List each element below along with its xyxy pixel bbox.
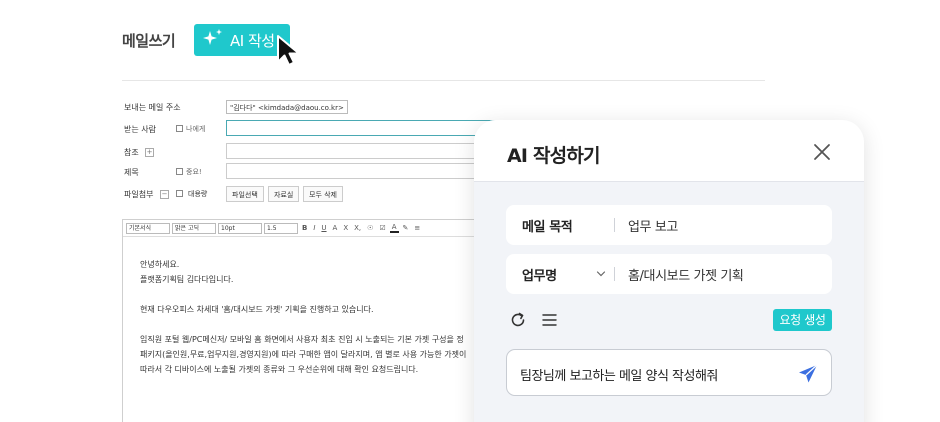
image-icon[interactable]: ☉ (365, 224, 375, 232)
cc-label: 참조 (124, 148, 139, 157)
menu-icon[interactable] (541, 311, 559, 329)
important-checkbox[interactable] (176, 168, 183, 175)
purpose-label: 메일 목적 (506, 216, 614, 235)
request-generate-button[interactable]: 요청 생성 (773, 309, 832, 331)
body-line: 패키지(올인원,무료,업무지원,경영지원)에 따라 구매한 앱이 달라지며, 앱… (140, 350, 467, 359)
sender-label: 보내는 메일 주소 (124, 103, 181, 112)
to-field[interactable] (226, 120, 496, 136)
highlight-icon[interactable]: ✎ (401, 224, 411, 232)
close-icon[interactable] (812, 142, 832, 162)
body-line: 안녕하세요. (140, 260, 180, 269)
body-line (140, 287, 501, 302)
body-line: 임직원 포털 웹/PC메신저/ 모바일 홈 화면에서 사용자 최초 진입 시 노… (140, 335, 464, 344)
archive-button[interactable]: 자료실 (268, 186, 300, 202)
font-select[interactable]: 맑은 고딕 (172, 222, 216, 234)
subject-field[interactable] (226, 163, 496, 179)
ai-panel-title: AI 작성하기 (507, 145, 601, 167)
editor-body[interactable]: 안녕하세요. 플랫폼기획팀 김다다입니다. 현재 다우오피스 차세대 '홈/대시… (123, 237, 501, 377)
sender-select[interactable]: "김다다" <kimdada@daou.co.kr> (226, 100, 348, 114)
file-select-button[interactable]: 파일선택 (226, 186, 264, 202)
header-divider (122, 80, 765, 81)
task-label[interactable]: 업무명 (506, 265, 614, 284)
chevron-down-icon[interactable] (596, 269, 606, 279)
prompt-text: 팀장님께 보고하는 메일 양식 작성해줘 (520, 369, 718, 384)
superscript-button[interactable]: X (341, 224, 350, 232)
bulk-label: 대용량 (188, 190, 208, 198)
italic-button[interactable]: I (311, 224, 317, 232)
editor-toolbar: 기본서식 맑은 고딕 10pt 1.5 B I U A X X, ☉ ☑ A ✎… (123, 220, 501, 237)
page-title: 메일쓰기 (122, 32, 176, 50)
task-label-text: 업무명 (522, 268, 557, 284)
mail-editor[interactable]: 기본서식 맑은 고딕 10pt 1.5 B I U A X X, ☉ ☑ A ✎… (122, 219, 502, 422)
cc-add-icon[interactable]: + (145, 148, 154, 157)
attach-collapse-icon[interactable]: − (160, 190, 169, 199)
cursor-icon (277, 35, 300, 66)
sparkle-icon (202, 28, 224, 52)
body-line (140, 317, 501, 332)
subscript-button[interactable]: X, (352, 224, 363, 232)
send-icon[interactable] (797, 363, 819, 385)
ai-write-button-label: AI 작성 (230, 31, 275, 50)
line-height-select[interactable]: 1.5 (264, 222, 298, 234)
size-select[interactable]: 10pt (218, 222, 262, 234)
attach-label: 파일첨부 (124, 190, 154, 199)
font-color-icon[interactable]: A (389, 223, 399, 233)
subject-label: 제목 (124, 168, 139, 177)
ai-panel-header: AI 작성하기 (474, 120, 864, 182)
purpose-row[interactable]: 메일 목적 업무 보고 (506, 205, 832, 245)
task-row[interactable]: 업무명 홈/대시보드 가젯 기획 (506, 254, 832, 294)
table-icon[interactable]: ☑ (377, 224, 387, 232)
important-label: 중요! (186, 168, 202, 176)
list-icon[interactable]: ≡ (412, 224, 422, 232)
body-line: 따라서 각 디바이스에 노출될 가젯의 종류와 그 우선순위에 대해 확인 요청… (140, 365, 419, 374)
bold-button[interactable]: B (300, 224, 309, 232)
cc-field[interactable] (226, 143, 496, 159)
delete-all-button[interactable]: 모두 삭제 (303, 186, 343, 202)
to-self-checkbox[interactable] (176, 125, 183, 132)
style-select[interactable]: 기본서식 (126, 222, 170, 234)
prompt-input[interactable]: 팀장님께 보고하는 메일 양식 작성해줘 (506, 349, 832, 396)
purpose-value[interactable]: 업무 보고 (615, 216, 678, 235)
ai-write-panel: AI 작성하기 메일 목적 업무 보고 업무명 홈/대시보드 가젯 기획 요청 … (474, 120, 864, 422)
bulk-checkbox[interactable] (176, 190, 183, 197)
strike-button[interactable]: A (331, 224, 340, 232)
body-line: 현재 다우오피스 차세대 '홈/대시보드 가젯' 기획을 진행하고 있습니다. (140, 305, 374, 314)
to-self-label: 나에게 (186, 125, 206, 133)
purpose-label-text: 메일 목적 (522, 219, 573, 235)
body-line: 플랫폼기획팀 김다다입니다. (140, 275, 234, 284)
task-value[interactable]: 홈/대시보드 가젯 기획 (615, 265, 744, 284)
underline-button[interactable]: U (319, 224, 328, 232)
to-label: 받는 사람 (124, 125, 156, 134)
refresh-icon[interactable] (509, 311, 527, 329)
